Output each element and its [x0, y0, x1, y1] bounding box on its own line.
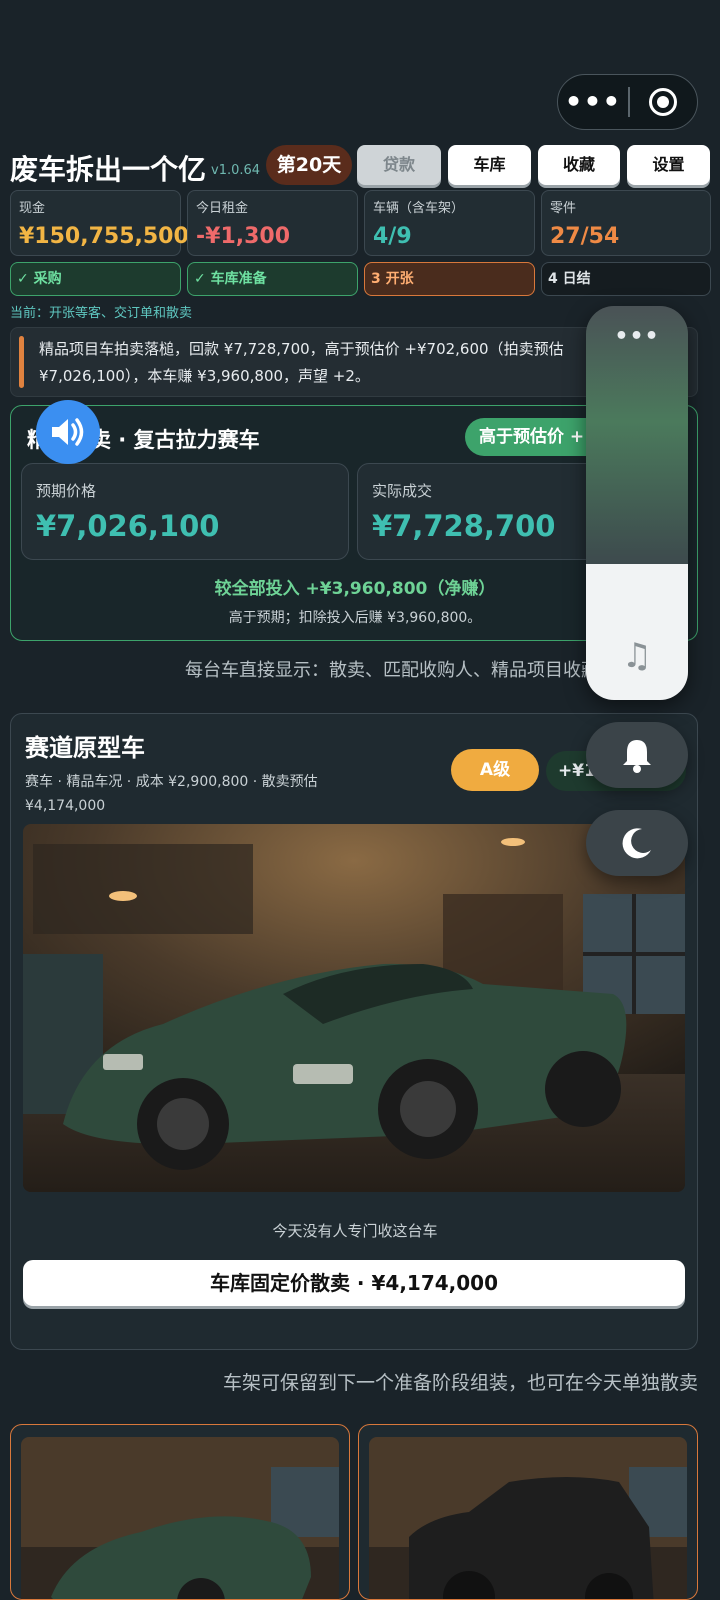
car-thumbnail [369, 1437, 687, 1599]
stat-value: 4/9 [373, 224, 412, 249]
direct-sale-hint: 每台车直接显示：散卖、匹配收购人、精品项目收藏 [185, 660, 599, 681]
step-open[interactable]: 3 开张 [364, 262, 535, 296]
car-photo [23, 824, 685, 1192]
car-card: 赛道原型车 赛车 · 精品车况 · 成本 ¥2,900,800 · 散卖预估 ¥… [10, 713, 698, 1350]
garage-sell-button[interactable]: 车库固定价散卖 · ¥4,174,000 [23, 1260, 685, 1306]
car-meta: 赛车 · 精品车况 · 成本 ¥2,900,800 · 散卖预估 ¥4,174,… [25, 774, 318, 814]
step-garage-prep[interactable]: ✓ 车库准备 [187, 262, 358, 296]
night-mode-button[interactable] [586, 810, 688, 876]
moon-icon [622, 828, 651, 859]
favorites-button[interactable]: 收藏 [538, 145, 620, 185]
app-version: v1.0.64 [211, 163, 261, 178]
stat-value: ¥150,755,500 [19, 224, 189, 249]
notice-accent [19, 336, 24, 388]
miniprogram-capsule: ••• [557, 74, 698, 130]
stat-rent: 今日租金 -¥1,300 [187, 190, 358, 256]
stat-vehicles: 车辆（含车架） 4/9 [364, 190, 535, 256]
no-buyer-text: 今天没有人专门收这台车 [272, 1222, 438, 1240]
day-badge: 第20天 [266, 145, 352, 185]
stat-label: 车辆（含车架） [373, 201, 465, 216]
frame-card-prototype[interactable] [10, 1424, 350, 1600]
current-phase: 当前：开张等客、交订单和散卖 [10, 306, 193, 321]
car-thumbnail [21, 1437, 339, 1599]
frame-card-vintage[interactable] [358, 1424, 698, 1600]
music-note-icon[interactable]: ♫ [586, 636, 688, 676]
notice-text: 精品项目车拍卖落槌，回款 ¥7,728,700，高于预估价 +¥702,600（… [39, 340, 564, 385]
stat-label: 今日租金 [196, 201, 249, 216]
stat-value: -¥1,300 [196, 224, 291, 249]
stat-parts: 零件 27/54 [541, 190, 711, 256]
bell-button[interactable] [586, 722, 688, 788]
stat-label: 现金 [19, 201, 46, 216]
stat-value: 27/54 [550, 224, 620, 249]
grade-badge: A级 [451, 749, 539, 791]
stat-cash: 现金 ¥150,755,500 [10, 190, 189, 256]
loan-button[interactable]: 贷款 [357, 145, 441, 185]
app-title: 废车拆出一个亿 [10, 153, 207, 186]
step-purchase[interactable]: ✓ 采购 [10, 262, 181, 296]
panel-bottom [586, 564, 688, 700]
expected-price-box: 预期价格 ¥7,026,100 [21, 463, 349, 560]
settings-button[interactable]: 设置 [627, 145, 710, 185]
more-dots-icon[interactable]: ••• [558, 74, 628, 130]
stat-label: 零件 [550, 201, 577, 216]
close-target-icon[interactable] [630, 88, 698, 116]
garage-button[interactable]: 车库 [448, 145, 531, 185]
expected-value: ¥7,026,100 [36, 509, 220, 543]
expected-label: 预期价格 [36, 482, 97, 500]
car-name: 赛道原型车 [25, 734, 145, 762]
panel-more-icon[interactable]: ••• [586, 324, 688, 349]
bell-icon [623, 740, 651, 773]
frame-hint: 车架可保留到下一个准备阶段组装，也可在今天单独散卖 [222, 1372, 698, 1394]
speaker-icon[interactable] [36, 400, 100, 464]
floating-music-panel[interactable]: ••• ♫ [586, 306, 688, 700]
step-day-end[interactable]: 4 日结 [541, 262, 711, 296]
